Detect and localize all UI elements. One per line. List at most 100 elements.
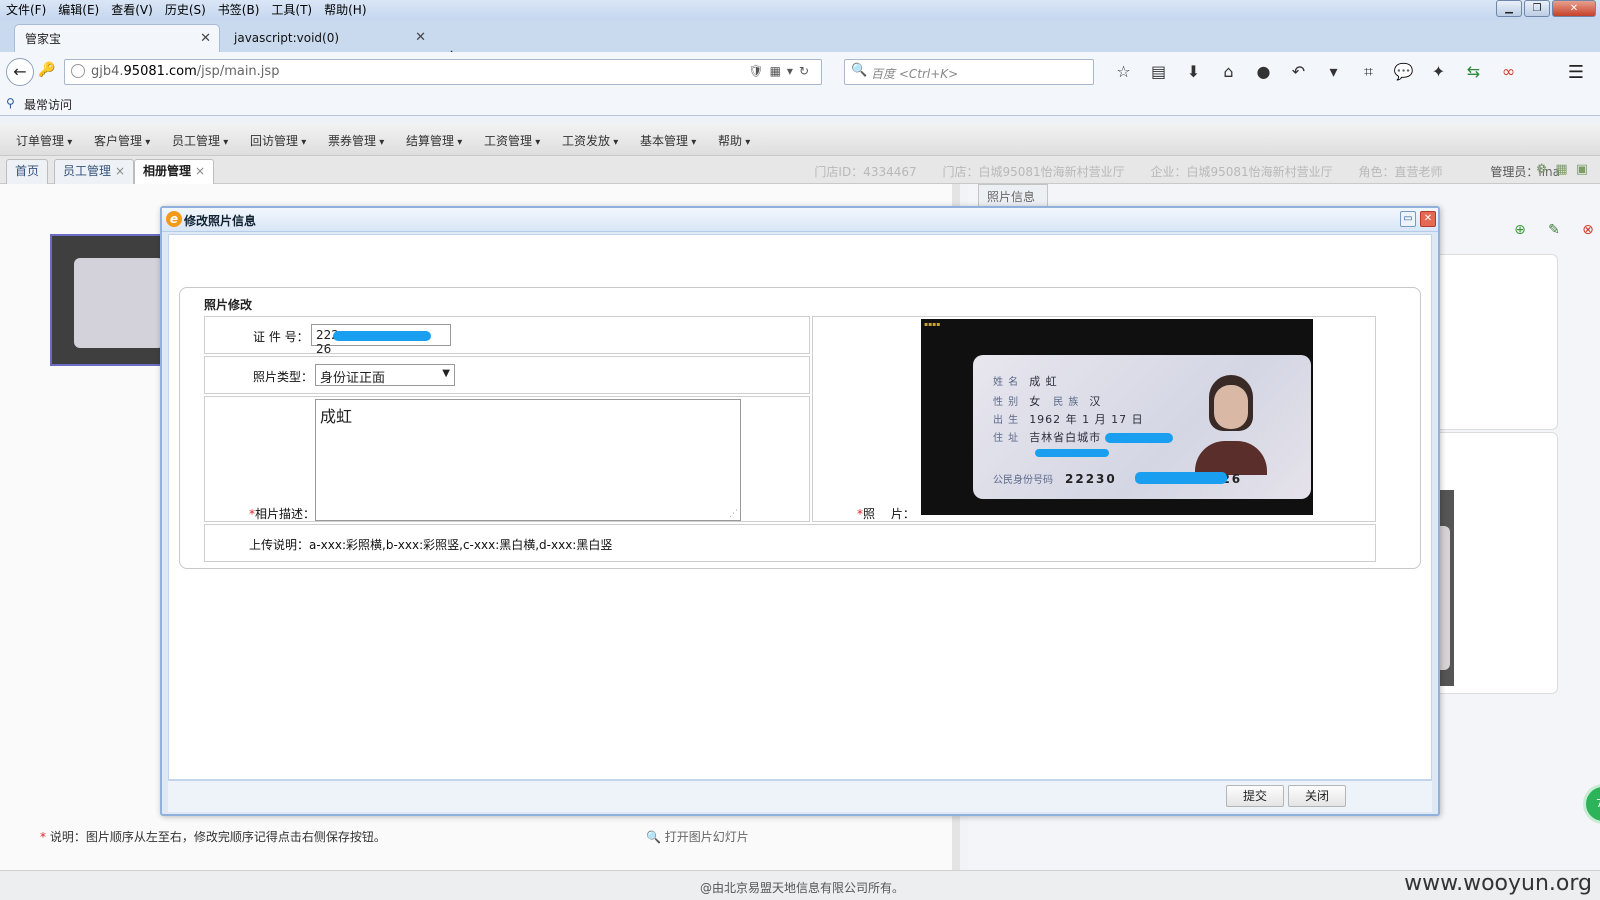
tab-photo-info[interactable]: 照片信息 xyxy=(978,184,1048,206)
redaction-mark xyxy=(1105,433,1173,443)
close-icon[interactable]: ✕ xyxy=(1420,211,1436,227)
close-tab-icon[interactable]: × xyxy=(195,164,205,178)
redaction-mark xyxy=(333,331,431,341)
browser-tab-label: 管家宝 xyxy=(25,32,62,46)
menu-orders[interactable]: 订单管理 xyxy=(16,132,72,149)
photo-actions: ⊕ ✎ ⊗ xyxy=(1503,222,1600,238)
dialog-body: 照片修改 证 件 号： 22226 照片类型： 身份证正面 ▼ *相片描述： 成… xyxy=(168,234,1432,780)
star-icon[interactable]: ☆ xyxy=(1106,62,1141,82)
upload-note: 上传说明：a-xxx:彩照横,b-xxx:彩照竖,c-xxx:黑白横,d-xxx… xyxy=(249,538,613,552)
id-name-row: 姓 名成 虹 xyxy=(993,375,1058,388)
sync-icon[interactable]: ⇆ xyxy=(1456,62,1491,82)
tab-albums[interactable]: 相册管理 × xyxy=(134,159,215,184)
minimize-button[interactable]: ▁ xyxy=(1496,0,1522,17)
type-label: 照片类型： xyxy=(253,370,314,384)
undo-icon[interactable]: ↶ xyxy=(1281,62,1316,82)
company-name: 企业：白城95081怡海新村营业厅 xyxy=(1150,165,1333,179)
watermark: www.wooyun.org xyxy=(1404,871,1592,896)
delete-icon[interactable]: ⊗ xyxy=(1571,222,1600,238)
id-birth-row: 出 生 1962 年 1 月 17 日 xyxy=(993,413,1144,426)
section-title: 照片修改 xyxy=(204,296,253,313)
edit-photo-dialog: e 修改照片信息 ▭ ✕ 照片修改 证 件 号： 22226 照片类型： 身份证… xyxy=(160,206,1440,816)
description-textarea[interactable]: 成虹 ⋰ xyxy=(315,399,741,521)
header-tool-icons[interactable]: ⚙▦▣ xyxy=(1536,162,1596,177)
key-icon[interactable]: 🔑 xyxy=(38,62,55,78)
menu-salary[interactable]: 工资管理 xyxy=(484,132,540,149)
web-icon[interactable]: ∞ xyxy=(1491,62,1526,82)
menu-employees[interactable]: 员工管理 xyxy=(172,132,228,149)
extension-icon[interactable]: ✦ xyxy=(1421,62,1456,82)
url-text: gjb4.95081.com/jsp/main.jsp xyxy=(91,64,280,79)
app-menu: 订单管理 客户管理 员工管理 回访管理 票券管理 结算管理 工资管理 工资发放 … xyxy=(0,124,1600,156)
menu-settlement[interactable]: 结算管理 xyxy=(406,132,462,149)
submit-button[interactable]: 提交 xyxy=(1226,785,1284,807)
id-sex-row: 性 别女 民 族汉 xyxy=(993,395,1102,408)
id-row: 证 件 号： 22226 xyxy=(204,316,810,356)
ie-icon: e xyxy=(166,211,182,227)
restore-button[interactable]: ❐ xyxy=(1524,0,1550,17)
menu-followup[interactable]: 回访管理 xyxy=(250,132,306,149)
menu-history[interactable]: 历史(S) xyxy=(159,0,212,20)
url-bar[interactable]: gjb4.95081.com/jsp/main.jsp 🛡▦▾↻ xyxy=(64,59,822,85)
close-button[interactable]: 关闭 xyxy=(1288,785,1346,807)
resize-grip-icon[interactable]: ⋰ xyxy=(729,509,738,519)
dialog-button-bar: 提交 关闭 xyxy=(168,780,1432,812)
close-window-button[interactable]: ✕ xyxy=(1552,0,1596,17)
maximize-icon[interactable]: ▭ xyxy=(1400,211,1416,227)
browser-tab-inactive[interactable]: javascript:void(0) ✕ xyxy=(224,24,434,52)
menu-file[interactable]: 文件(F) xyxy=(0,0,52,20)
portrait xyxy=(1185,371,1275,475)
menu-icon[interactable]: ☰ xyxy=(1568,62,1584,83)
menu-tickets[interactable]: 票券管理 xyxy=(328,132,384,149)
download-icon[interactable]: ⬇ xyxy=(1176,62,1211,82)
store-info: 门店ID：4334467 门店：白城95081怡海新村营业厅 企业：白城9508… xyxy=(792,163,1560,180)
browser-tab-active[interactable]: 管家宝 ✕ xyxy=(14,24,220,52)
menu-view[interactable]: 查看(V) xyxy=(105,0,159,20)
app-tabs: 首页 员工管理 × 相册管理 × 门店ID：4334467 门店：白城95081怡海… xyxy=(0,156,1600,184)
chevron-down-icon: ▼ xyxy=(442,368,450,379)
menu-help-app[interactable]: 帮助 xyxy=(718,132,750,149)
bookmark-icon: ⚲ xyxy=(6,96,15,110)
id-addr-row: 住 址吉林省白城市 xyxy=(993,431,1102,444)
menu-tools[interactable]: 工具(T) xyxy=(265,0,318,20)
chat-icon[interactable]: ● xyxy=(1246,62,1281,82)
menu-help[interactable]: 帮助(H) xyxy=(318,0,372,20)
type-row: 照片类型： 身份证正面 ▼ xyxy=(204,356,810,394)
dialog-titlebar: e 修改照片信息 ▭ ✕ xyxy=(162,208,1438,232)
edit-icon[interactable]: ✎ xyxy=(1537,222,1571,238)
menu-basic[interactable]: 基本管理 xyxy=(640,132,696,149)
url-action-icons[interactable]: 🛡▦▾↻ xyxy=(748,64,815,78)
desc-row: *相片描述： 成虹 ⋰ xyxy=(204,396,810,522)
browser-tabstrip: 管家宝 ✕ javascript:void(0) ✕ + xyxy=(0,20,1600,67)
tab-employees[interactable]: 员工管理 × xyxy=(54,159,135,184)
redaction-mark xyxy=(1135,472,1227,484)
comment-icon[interactable]: 💬 xyxy=(1386,62,1421,82)
photo-thumbnail[interactable] xyxy=(50,234,164,366)
photo-type-select[interactable]: 身份证正面 ▼ xyxy=(315,364,455,386)
tab-home[interactable]: 首页 xyxy=(6,159,49,184)
desc-label: *相片描述： xyxy=(249,507,316,521)
crop-icon[interactable]: ⌗ xyxy=(1351,62,1386,82)
reader-icon[interactable]: ▤ xyxy=(1141,62,1176,82)
add-icon[interactable]: ⊕ xyxy=(1503,222,1537,238)
search-bar[interactable]: 🔍 百度 <Ctrl+K> xyxy=(844,59,1094,85)
copyright: @由北京易盟天地信息有限公司所有。 xyxy=(700,881,905,895)
close-tab-icon[interactable]: × xyxy=(115,164,125,178)
bookmark-most-visited[interactable]: 最常访问 xyxy=(24,96,72,113)
home-icon[interactable]: ⌂ xyxy=(1211,62,1246,82)
footer: @由北京易盟天地信息有限公司所有。 www.wooyun.org xyxy=(0,870,1600,900)
browser-menubar: 文件(F) 编辑(E) 查看(V) 历史(S) 书签(B) 工具(T) 帮助(H… xyxy=(0,0,1600,20)
close-tab-icon[interactable]: ✕ xyxy=(200,25,211,53)
menu-edit[interactable]: 编辑(E) xyxy=(52,0,105,20)
back-button[interactable]: ← xyxy=(6,58,34,86)
menu-payroll[interactable]: 工资发放 xyxy=(562,132,618,149)
menu-bookmarks[interactable]: 书签(B) xyxy=(212,0,266,20)
close-tab-icon[interactable]: ✕ xyxy=(415,24,426,52)
toolbar-icons: ☆ ▤ ⬇ ⌂ ● ↶ ▾ ⌗ 💬 ✦ ⇆ ∞ xyxy=(1106,62,1526,82)
dropdown-icon[interactable]: ▾ xyxy=(1316,62,1351,82)
id-label: 证 件 号： xyxy=(253,330,309,344)
slideshow-link[interactable]: 🔍 打开图片幻灯片 xyxy=(646,828,749,845)
menu-customers[interactable]: 客户管理 xyxy=(94,132,150,149)
search-placeholder: 百度 <Ctrl+K> xyxy=(871,67,959,81)
role: 角色：直营老师 xyxy=(1358,165,1443,179)
